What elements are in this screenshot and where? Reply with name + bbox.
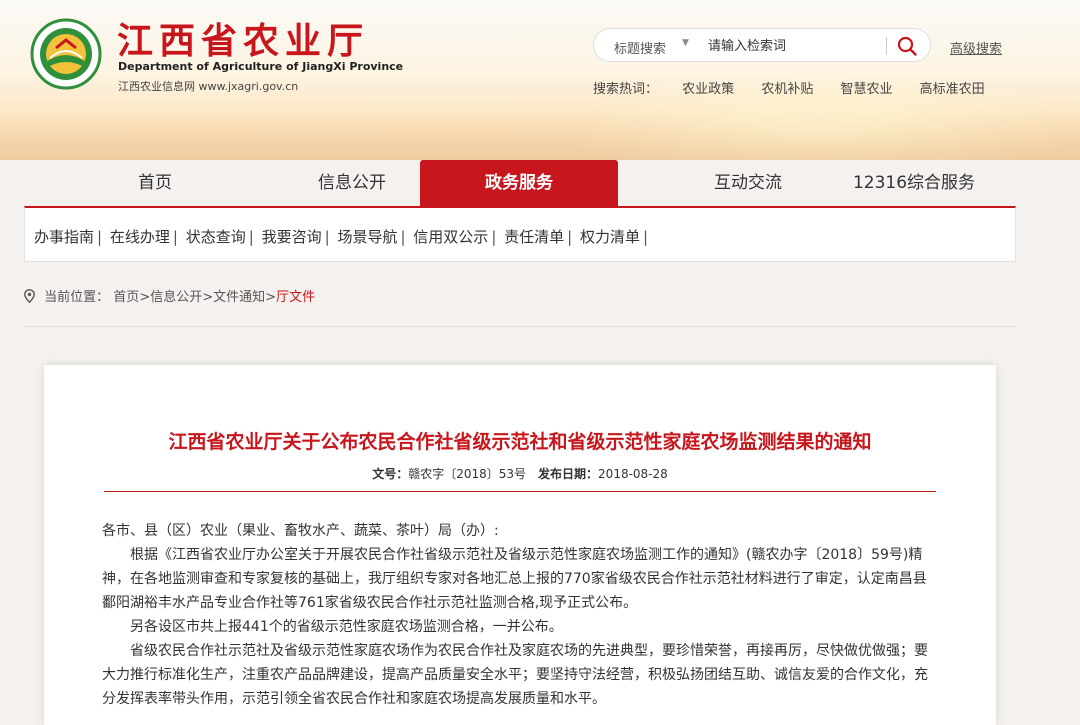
subnav-item[interactable]: 状态查询 [186, 228, 246, 246]
breadcrumb-separator: > [202, 290, 214, 305]
subnav-separator: | [643, 228, 649, 246]
article-paragraph: 另各设区市共上报441个的省级示范性家庭农场监测合格，一并公布。 [130, 619, 563, 635]
article-body: 各市、县（区）农业（果业、畜牧水产、蔬菜、茶叶）局（办）: 根据《江西省农业厅办… [102, 519, 938, 711]
subnav-separator: | [324, 228, 330, 246]
breadcrumb-item-current[interactable]: 厅文件 [276, 290, 315, 305]
main-nav: 首页 信息公开 政务服务 互动交流 12316综合服务 [0, 160, 1080, 206]
subnav-separator: | [567, 228, 573, 246]
site-header: 江西省农业厅 Department of Agriculture of Jian… [0, 0, 1080, 160]
subnav-separator: | [491, 228, 497, 246]
hot-keyword[interactable]: 农业政策 [682, 82, 734, 97]
article-salutation: 各市、县（区）农业（果业、畜牧水产、蔬菜、茶叶）局（办）: [102, 523, 499, 539]
article-panel: 江西省农业厅关于公布农民合作社省级示范社和省级示范性家庭农场监测结果的通知 文号… [44, 365, 996, 725]
location-pin-icon [24, 289, 35, 303]
article-meta: 文号：赣农字〔2018〕53号 发布日期：2018-08-28 [44, 465, 996, 482]
subnav-item[interactable]: 责任清单 [504, 228, 564, 246]
breadcrumb-item[interactable]: 文件通知 [213, 290, 265, 305]
hot-keyword[interactable]: 农机补贴 [761, 82, 813, 97]
doc-number: 赣农字〔2018〕53号 [408, 467, 527, 481]
search-box: 标题搜索 ▼ [593, 28, 931, 62]
subnav-separator: | [400, 228, 406, 246]
nav-item-home[interactable]: 首页 [95, 160, 215, 206]
subnav-item[interactable]: 场景导航 [337, 228, 397, 246]
nav-item-info-disclosure[interactable]: 信息公开 [292, 160, 412, 206]
subnav-item[interactable]: 办事指南 [34, 228, 94, 246]
sub-nav-list: 办事指南 | 在线办理 | 状态查询 | 我要咨询 | 场景导航 | 信用双公示 | 责任清… [34, 226, 651, 247]
search-divider [886, 37, 887, 55]
divider [24, 326, 1016, 327]
header-field-decoration [0, 110, 1080, 160]
article-paragraph: 省级农民合作社示范社及省级示范性家庭农场作为农民合作社及家庭农场的先进典型，要珍… [102, 643, 928, 707]
nav-item-interaction[interactable]: 互动交流 [688, 160, 808, 206]
breadcrumb-label: 当前位置： [44, 290, 110, 305]
search-input[interactable] [706, 33, 880, 59]
subnav-separator: | [172, 228, 178, 246]
breadcrumb-separator: > [265, 290, 277, 305]
advanced-search-link[interactable]: 高级搜索 [950, 38, 1002, 57]
hot-keyword[interactable]: 智慧农业 [840, 82, 892, 97]
subnav-separator: | [97, 228, 103, 246]
hot-keyword[interactable]: 高标准农田 [920, 82, 985, 97]
breadcrumb-separator: > [139, 290, 151, 305]
site-title: 江西省农业厅 [117, 20, 370, 62]
doc-number-label: 文号： [372, 467, 409, 481]
sub-nav: 办事指南 | 在线办理 | 状态查询 | 我要咨询 | 场景导航 | 信用双公示 | 责任清… [24, 206, 1016, 262]
title-divider [104, 491, 936, 492]
emblem-logo[interactable] [30, 18, 102, 90]
publish-date: 2018-08-28 [598, 467, 668, 481]
search-type-select[interactable]: 标题搜索 [614, 38, 666, 57]
subnav-item[interactable]: 信用双公示 [413, 228, 488, 246]
hot-keywords: 搜索热词： 农业政策 农机补贴 智慧农业 高标准农田 [593, 78, 1008, 97]
site-url: 江西农业信息网 www.jxagri.gov.cn [118, 80, 299, 93]
breadcrumb: 当前位置： 首页>信息公开>文件通知>厅文件 [24, 286, 315, 305]
article-paragraph: 根据《江西省农业厅办公室关于开展农民合作社省级示范社及省级示范性家庭农场监测工作… [102, 547, 927, 611]
nav-item-government-services[interactable]: 政务服务 [420, 160, 618, 206]
hot-keywords-label: 搜索热词： [593, 82, 659, 97]
site-subtitle-en: Department of Agriculture of JiangXi Pro… [118, 60, 404, 73]
chevron-down-icon[interactable]: ▼ [682, 38, 689, 48]
subnav-item[interactable]: 权力清单 [580, 228, 640, 246]
publish-date-label: 发布日期： [538, 467, 599, 481]
article-title: 江西省农业厅关于公布农民合作社省级示范社和省级示范性家庭农场监测结果的通知 [168, 431, 872, 453]
subnav-separator: | [248, 228, 254, 246]
nav-item-12316-services[interactable]: 12316综合服务 [836, 160, 992, 206]
subnav-item[interactable]: 在线办理 [110, 228, 170, 246]
breadcrumb-item[interactable]: 首页 [113, 290, 139, 305]
search-icon[interactable] [896, 35, 918, 57]
breadcrumb-item[interactable]: 信息公开 [150, 290, 202, 305]
subnav-item[interactable]: 我要咨询 [262, 228, 322, 246]
